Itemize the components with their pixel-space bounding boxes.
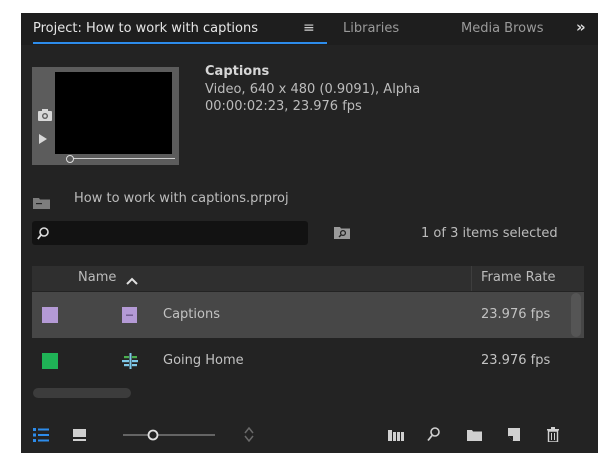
label-color-swatch[interactable] bbox=[42, 353, 58, 369]
sort-ascending-icon[interactable] bbox=[126, 277, 138, 285]
preview-thumbnail[interactable] bbox=[55, 72, 172, 154]
item-name[interactable]: Going Home bbox=[163, 353, 244, 368]
preview-scrub-track[interactable] bbox=[69, 158, 175, 159]
search-input[interactable] bbox=[32, 221, 308, 245]
play-icon[interactable] bbox=[39, 134, 47, 144]
panel-tab-bar: Project: How to work with captions ≡ Lib… bbox=[21, 13, 598, 45]
item-frame-rate: 23.976 fps bbox=[481, 307, 551, 322]
bin-icon bbox=[33, 198, 50, 209]
list-view-icon[interactable] bbox=[33, 428, 49, 442]
tab-project[interactable]: Project: How to work with captions bbox=[33, 21, 258, 36]
clip-title: Captions bbox=[205, 64, 270, 79]
zoom-slider[interactable] bbox=[123, 429, 215, 441]
list-item[interactable]: Going Home 23.976 fps bbox=[32, 338, 584, 384]
list-item[interactable]: Captions 23.976 fps bbox=[32, 292, 584, 338]
tab-libraries[interactable]: Libraries bbox=[343, 21, 399, 36]
new-item-icon[interactable] bbox=[508, 428, 520, 441]
sequence-icon bbox=[122, 353, 138, 369]
horizontal-scrollbar[interactable] bbox=[33, 388, 131, 398]
project-panel: Project: How to work with captions ≡ Lib… bbox=[21, 13, 598, 453]
search-icon bbox=[37, 227, 49, 240]
panel-menu-icon[interactable]: ≡ bbox=[303, 20, 315, 36]
bottom-toolbar bbox=[21, 418, 598, 453]
project-filename: How to work with captions.prproj bbox=[74, 191, 289, 206]
icon-view-icon[interactable] bbox=[73, 429, 86, 441]
new-bin-icon[interactable] bbox=[467, 429, 482, 441]
active-tab-indicator bbox=[33, 42, 327, 44]
column-divider[interactable] bbox=[471, 266, 472, 291]
tab-media-browser[interactable]: Media Brows bbox=[461, 21, 564, 36]
clip-duration-info: 00:00:02:23, 23.976 fps bbox=[205, 99, 362, 114]
find-icon[interactable] bbox=[427, 427, 440, 442]
captions-icon bbox=[122, 307, 137, 323]
item-frame-rate: 23.976 fps bbox=[481, 353, 551, 368]
items-selected-count: 1 of 3 items selected bbox=[421, 226, 558, 241]
preview-scrub-handle[interactable] bbox=[66, 155, 74, 163]
camera-icon[interactable] bbox=[38, 109, 52, 121]
clear-trash-icon[interactable] bbox=[547, 427, 559, 442]
sort-icons-icon[interactable] bbox=[244, 427, 254, 442]
vertical-scrollbar[interactable] bbox=[571, 293, 581, 337]
more-tabs-icon[interactable]: » bbox=[576, 18, 586, 36]
label-color-swatch[interactable] bbox=[42, 307, 58, 323]
new-search-bin-icon[interactable] bbox=[334, 226, 350, 239]
item-name[interactable]: Captions bbox=[163, 307, 220, 322]
column-header-frame-rate[interactable]: Frame Rate bbox=[481, 270, 555, 285]
automate-to-sequence-icon[interactable] bbox=[388, 430, 406, 441]
column-header-name[interactable]: Name bbox=[78, 270, 116, 285]
clip-video-info: Video, 640 x 480 (0.9091), Alpha bbox=[205, 82, 421, 97]
